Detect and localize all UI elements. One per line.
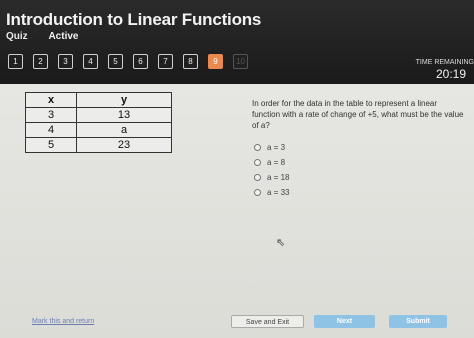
next-button[interactable]: Next (314, 315, 375, 328)
table-header-x: x (24, 92, 78, 108)
answer-options: a = 3 a = 8 a = 18 a = 33 (254, 140, 289, 200)
timer-value: 20:19 (435, 67, 466, 81)
question-content: x y 3 13 4 a 5 23 In order for the data … (0, 84, 474, 338)
table-cell: 5 (24, 137, 78, 153)
table-header-y: y (76, 92, 172, 108)
question-button-3[interactable]: 3 (58, 54, 73, 69)
status-label: Active (48, 31, 79, 42)
question-nav: 1 2 3 4 5 6 7 8 9 10 (8, 54, 248, 69)
answer-option[interactable]: a = 33 (254, 185, 289, 200)
save-and-exit-button[interactable]: Save and Exit (231, 315, 304, 328)
question-button-6[interactable]: 6 (133, 54, 148, 69)
mouse-cursor-icon: ⇖ (276, 237, 286, 249)
table-cell: 13 (76, 107, 172, 123)
radio-button[interactable] (254, 174, 261, 181)
quiz-subline: Quiz Active (6, 31, 78, 42)
answer-option[interactable]: a = 8 (254, 155, 289, 170)
table-header-row: x y (24, 92, 172, 108)
mark-and-return-link[interactable]: Mark this and return (32, 318, 94, 325)
quiz-header: Introduction to Linear Functions Quiz Ac… (0, 0, 474, 84)
submit-button[interactable]: Submit (389, 315, 447, 328)
radio-button[interactable] (254, 144, 261, 151)
question-button-4[interactable]: 4 (83, 54, 98, 69)
radio-button[interactable] (254, 159, 261, 166)
answer-label: a = 8 (267, 158, 286, 167)
answer-option[interactable]: a = 18 (254, 170, 289, 185)
answer-label: a = 3 (267, 143, 286, 152)
answer-label: a = 33 (267, 188, 290, 197)
table-cell: 3 (24, 107, 78, 123)
question-button-8[interactable]: 8 (183, 54, 198, 69)
question-button-2[interactable]: 2 (33, 54, 48, 69)
question-button-9-current[interactable]: 9 (208, 54, 223, 69)
question-button-10[interactable]: 10 (233, 54, 248, 69)
question-button-7[interactable]: 7 (158, 54, 173, 69)
question-button-5[interactable]: 5 (108, 54, 123, 69)
table-cell: a (76, 122, 172, 138)
timer-label: TIME REMAINING (415, 59, 474, 66)
question-text: In order for the data in the table to re… (252, 99, 464, 130)
table-cell: 4 (24, 122, 78, 138)
radio-button[interactable] (254, 189, 261, 196)
answer-option[interactable]: a = 3 (254, 140, 289, 155)
question-button-1[interactable]: 1 (8, 54, 23, 69)
page-title: Introduction to Linear Functions (6, 10, 262, 29)
data-table: x y 3 13 4 a 5 23 (24, 92, 172, 153)
answer-label: a = 18 (267, 173, 290, 182)
quiz-footer: Mark this and return Save and Exit Next … (0, 312, 474, 338)
table-cell: 23 (76, 137, 172, 153)
table-row: 4 a (24, 122, 172, 138)
table-row: 3 13 (24, 107, 172, 123)
quiz-label: Quiz (6, 31, 28, 42)
table-row: 5 23 (24, 137, 172, 153)
